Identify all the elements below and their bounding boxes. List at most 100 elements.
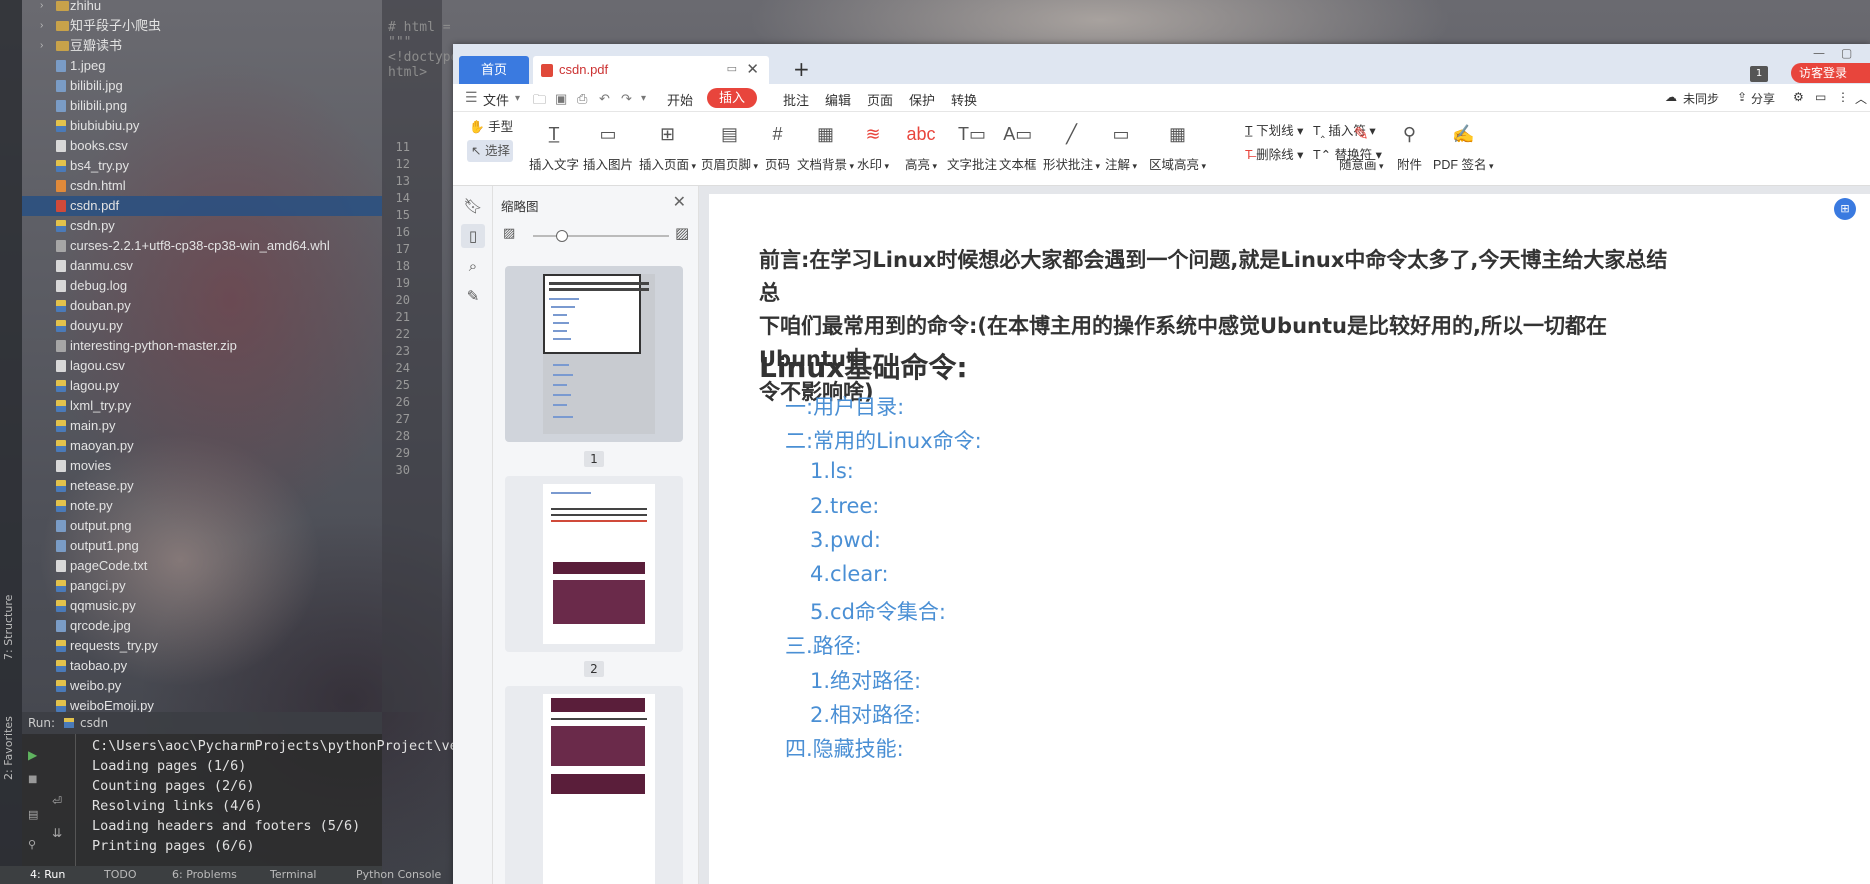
tree-item[interactable]: lagou.csv: [22, 356, 382, 376]
print-icon[interactable]: ⎙: [577, 91, 587, 107]
tree-item[interactable]: weibo.py: [22, 676, 382, 696]
tab-problems[interactable]: 6: Problems: [172, 868, 237, 881]
tree-item[interactable]: › 知乎段子小爬虫: [22, 16, 382, 36]
toc-link[interactable]: 2.tree:: [810, 494, 879, 518]
tree-item[interactable]: taobao.py: [22, 656, 382, 676]
chevron-right-icon[interactable]: ›: [40, 0, 43, 16]
favorites-tab[interactable]: 2: Favorites: [2, 716, 15, 780]
tool-button[interactable]: ≋ 水印 ▾: [857, 118, 889, 173]
strikethrough-tool[interactable]: T̶ 删除线 ▾: [1245, 144, 1303, 163]
tree-item[interactable]: output.png: [22, 516, 382, 536]
pin-icon[interactable]: ⚲: [28, 838, 36, 851]
tree-item[interactable]: › zhihu: [22, 0, 382, 16]
tab-home[interactable]: 首页: [459, 56, 529, 84]
sync-status[interactable]: 未同步: [1683, 90, 1719, 107]
more-chevron-icon[interactable]: ▾: [641, 93, 646, 104]
tree-item[interactable]: danmu.csv: [22, 256, 382, 276]
save-icon[interactable]: ▣: [555, 91, 567, 107]
tool-button[interactable]: # 页码: [765, 118, 790, 173]
collapse-icon[interactable]: ︿: [1855, 90, 1867, 107]
undo-icon[interactable]: ↶: [599, 91, 610, 107]
hamburger-icon[interactable]: ☰: [465, 89, 478, 106]
tool-button[interactable]: ⊞ 插入页面 ▾: [639, 118, 696, 173]
toc-link[interactable]: 5.cd命令集合:: [810, 596, 946, 626]
tree-item[interactable]: 1.jpeg: [22, 56, 382, 76]
tree-item[interactable]: bilibili.jpg: [22, 76, 382, 96]
thumbnail-page-2[interactable]: [505, 476, 683, 652]
scroll-end-icon[interactable]: ⇊: [52, 826, 62, 840]
toc-link[interactable]: 三.路径:: [785, 630, 862, 660]
menu-insert[interactable]: 插入: [707, 88, 758, 108]
tree-item[interactable]: lxml_try.py: [22, 396, 382, 416]
underline-tool[interactable]: T̲ 下划线 ▾: [1245, 120, 1303, 139]
tree-item[interactable]: csdn.py: [22, 216, 382, 236]
cloud-icon[interactable]: ☁: [1665, 90, 1677, 104]
tree-item[interactable]: debug.log: [22, 276, 382, 296]
tree-item[interactable]: qrcode.jpg: [22, 616, 382, 636]
tree-item[interactable]: movies: [22, 456, 382, 476]
toc-link[interactable]: 3.pwd:: [810, 528, 881, 552]
toc-link[interactable]: 4.clear:: [810, 562, 889, 586]
tree-item[interactable]: interesting-python-master.zip: [22, 336, 382, 356]
settings-icon[interactable]: ⚙: [1793, 90, 1804, 104]
tree-item[interactable]: douyu.py: [22, 316, 382, 336]
tool-button[interactable]: ▭ 插入图片: [583, 118, 633, 173]
tree-item[interactable]: qqmusic.py: [22, 596, 382, 616]
hand-tool[interactable]: ✋ 手型: [469, 116, 521, 136]
tree-item[interactable]: curses-2.2.1+utf8-cp38-cp38-win_amd64.wh…: [22, 236, 382, 256]
bookmark-icon[interactable]: 🔖︎: [461, 194, 485, 218]
tree-item[interactable]: pangci.py: [22, 576, 382, 596]
slider-knob[interactable]: [556, 230, 568, 242]
toc-link[interactable]: 二:常用的Linux命令:: [785, 425, 982, 455]
close-panel-icon[interactable]: ✕: [673, 192, 686, 211]
tree-item[interactable]: › 豆瓣读书: [22, 36, 382, 56]
structure-tab[interactable]: 7: Structure: [2, 595, 15, 660]
tree-item[interactable]: books.csv: [22, 136, 382, 156]
tree-item[interactable]: csdn.pdf: [22, 196, 382, 216]
tree-item[interactable]: lagou.py: [22, 376, 382, 396]
tab-run[interactable]: 4: Run: [30, 868, 65, 881]
tab-document[interactable]: csdn.pdf ▭ ✕: [533, 56, 769, 84]
toc-link[interactable]: 2.相对路径:: [810, 699, 921, 729]
toc-link[interactable]: 1.绝对路径:: [810, 665, 921, 695]
tool-button[interactable]: ▦ 文档背景 ▾: [797, 118, 854, 173]
tool-button[interactable]: A▭ 文本框: [999, 118, 1037, 173]
guest-login-button[interactable]: 访客登录: [1791, 63, 1870, 83]
stop-icon[interactable]: ■: [28, 774, 37, 785]
toc-link[interactable]: 一:用户目录:: [785, 391, 904, 421]
tool-button[interactable]: ⚲ 附件: [1397, 118, 1422, 173]
chevron-down-icon[interactable]: ▾: [515, 93, 520, 104]
zoom-in-image-icon[interactable]: ▨: [675, 224, 689, 242]
share-icon[interactable]: ⇪: [1737, 90, 1747, 104]
tool-button[interactable]: ▭ 注解 ▾: [1105, 118, 1137, 173]
toc-link[interactable]: 四.隐藏技能:: [785, 733, 904, 763]
tree-item[interactable]: requests_try.py: [22, 636, 382, 656]
thumbnail-size-slider[interactable]: [533, 235, 669, 237]
menu-start[interactable]: 开始: [667, 90, 693, 109]
tool-button[interactable]: T▭ 文字批注: [947, 118, 997, 173]
tree-item[interactable]: output1.png: [22, 536, 382, 556]
window-pin-icon[interactable]: ▭: [727, 62, 737, 75]
tree-item[interactable]: bs4_try.py: [22, 156, 382, 176]
share-button[interactable]: 分享: [1751, 90, 1775, 107]
menu-file[interactable]: 文件: [483, 90, 509, 109]
tree-item[interactable]: pageCode.txt: [22, 556, 382, 576]
run-config[interactable]: csdn: [80, 716, 108, 730]
tab-terminal[interactable]: Terminal: [270, 868, 317, 881]
menu-page[interactable]: 页面: [867, 90, 893, 109]
tree-item[interactable]: douban.py: [22, 296, 382, 316]
tool-button[interactable]: ▤ 页眉页脚 ▾: [701, 118, 758, 173]
tree-item[interactable]: note.py: [22, 496, 382, 516]
tree-item[interactable]: maoyan.py: [22, 436, 382, 456]
tool-button[interactable]: ✍ PDF 签名 ▾: [1433, 118, 1494, 173]
open-folder-icon[interactable]: 🗀: [533, 91, 546, 113]
tree-item[interactable]: netease.py: [22, 476, 382, 496]
tree-item[interactable]: bilibili.png: [22, 96, 382, 116]
menu-annotate[interactable]: 批注: [783, 90, 809, 109]
tool-button[interactable]: ▦ 区域高亮 ▾: [1149, 118, 1206, 173]
thumbnail-page-1[interactable]: [505, 266, 683, 442]
tree-item[interactable]: main.py: [22, 416, 382, 436]
close-tab-icon[interactable]: ✕: [746, 60, 759, 78]
tree-item[interactable]: biubiubiu.py: [22, 116, 382, 136]
tool-button[interactable]: T̲ 插入文字: [529, 118, 579, 173]
